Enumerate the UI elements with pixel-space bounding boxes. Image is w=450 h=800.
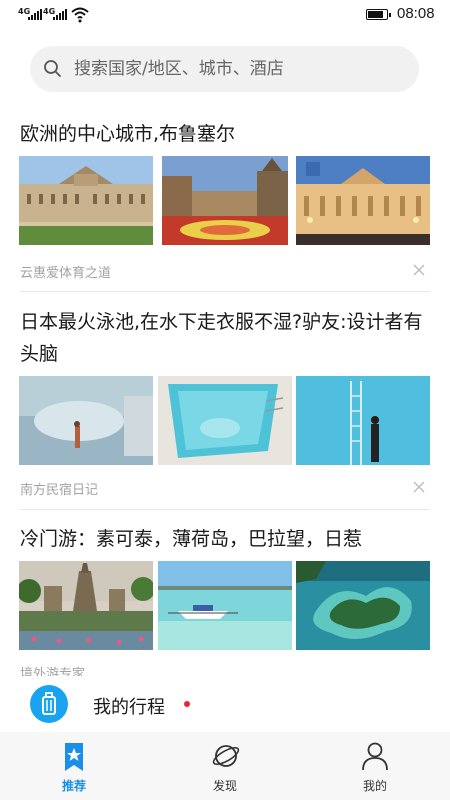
clock: 08:08 (397, 5, 435, 22)
divider (20, 291, 430, 292)
article-images (19, 156, 430, 245)
article-card-2[interactable]: 日本最火泳池,在水下走衣服不湿?驴友:设计者有头脑 南方民宿日记 (0, 306, 450, 510)
signal-icon-2 (53, 9, 67, 20)
brussels-grand-place-flower-carpet-image (162, 156, 288, 245)
tab-recommend[interactable]: 推荐 (24, 732, 124, 800)
search-input[interactable] (74, 54, 404, 84)
search-icon (44, 60, 61, 77)
tab-mine[interactable]: 我的 (325, 732, 425, 800)
brussels-palace-night-image (296, 156, 430, 245)
sukhothai-temple-image (19, 561, 153, 650)
article-source: 南方民宿日记 (20, 483, 99, 498)
luggage-icon[interactable] (30, 685, 68, 723)
palawan-island-aerial-image (296, 561, 430, 650)
star-bookmark-icon (65, 743, 83, 771)
wifi-icon (71, 7, 89, 23)
tab-label: 推荐 (61, 779, 86, 793)
status-bar: 4G 4G 08:08 (0, 0, 450, 30)
bohol-beach-boat-image (158, 561, 292, 650)
tab-discover[interactable]: 发现 (175, 732, 275, 800)
article-card-1[interactable]: 欧洲的中心城市,布鲁塞尔 云惠爱体育之道 (0, 118, 450, 292)
search-bar[interactable] (30, 46, 419, 92)
battery-icon (366, 9, 391, 20)
bottom-tab-bar: 推荐 发现 我的 (0, 732, 450, 800)
article-images (19, 376, 430, 465)
tab-label: 我的 (362, 779, 387, 793)
brussels-royal-palace-image (19, 156, 153, 245)
my-trip-bar[interactable]: 我的行程 (0, 676, 450, 732)
article-source: 云惠爱体育之道 (20, 266, 112, 281)
tab-label: 发现 (212, 779, 237, 793)
person-icon (362, 742, 388, 771)
pool-underwater-view-image (19, 376, 153, 465)
article-title[interactable]: 日本最火泳池,在水下走衣服不湿?驴友:设计者有头脑 (20, 306, 435, 370)
close-icon[interactable] (412, 480, 426, 494)
pool-ladder-person-image (296, 376, 430, 465)
signal-icon-1 (28, 9, 42, 20)
divider (20, 509, 430, 510)
article-source: 境外游专家 (20, 667, 86, 676)
article-title[interactable]: 欧洲的中心城市,布鲁塞尔 (20, 118, 435, 150)
close-icon[interactable] (412, 263, 426, 277)
article-card-3[interactable]: 冷门游：素可泰，薄荷岛，巴拉望，日惹 境外游专家 (0, 523, 450, 676)
pool-top-view-image (158, 376, 292, 465)
planet-icon (212, 745, 240, 767)
my-trip-label[interactable]: 我的行程 (93, 693, 165, 719)
notification-dot (184, 701, 190, 707)
article-title[interactable]: 冷门游：素可泰，薄荷岛，巴拉望，日惹 (20, 523, 435, 555)
article-images (19, 561, 430, 650)
